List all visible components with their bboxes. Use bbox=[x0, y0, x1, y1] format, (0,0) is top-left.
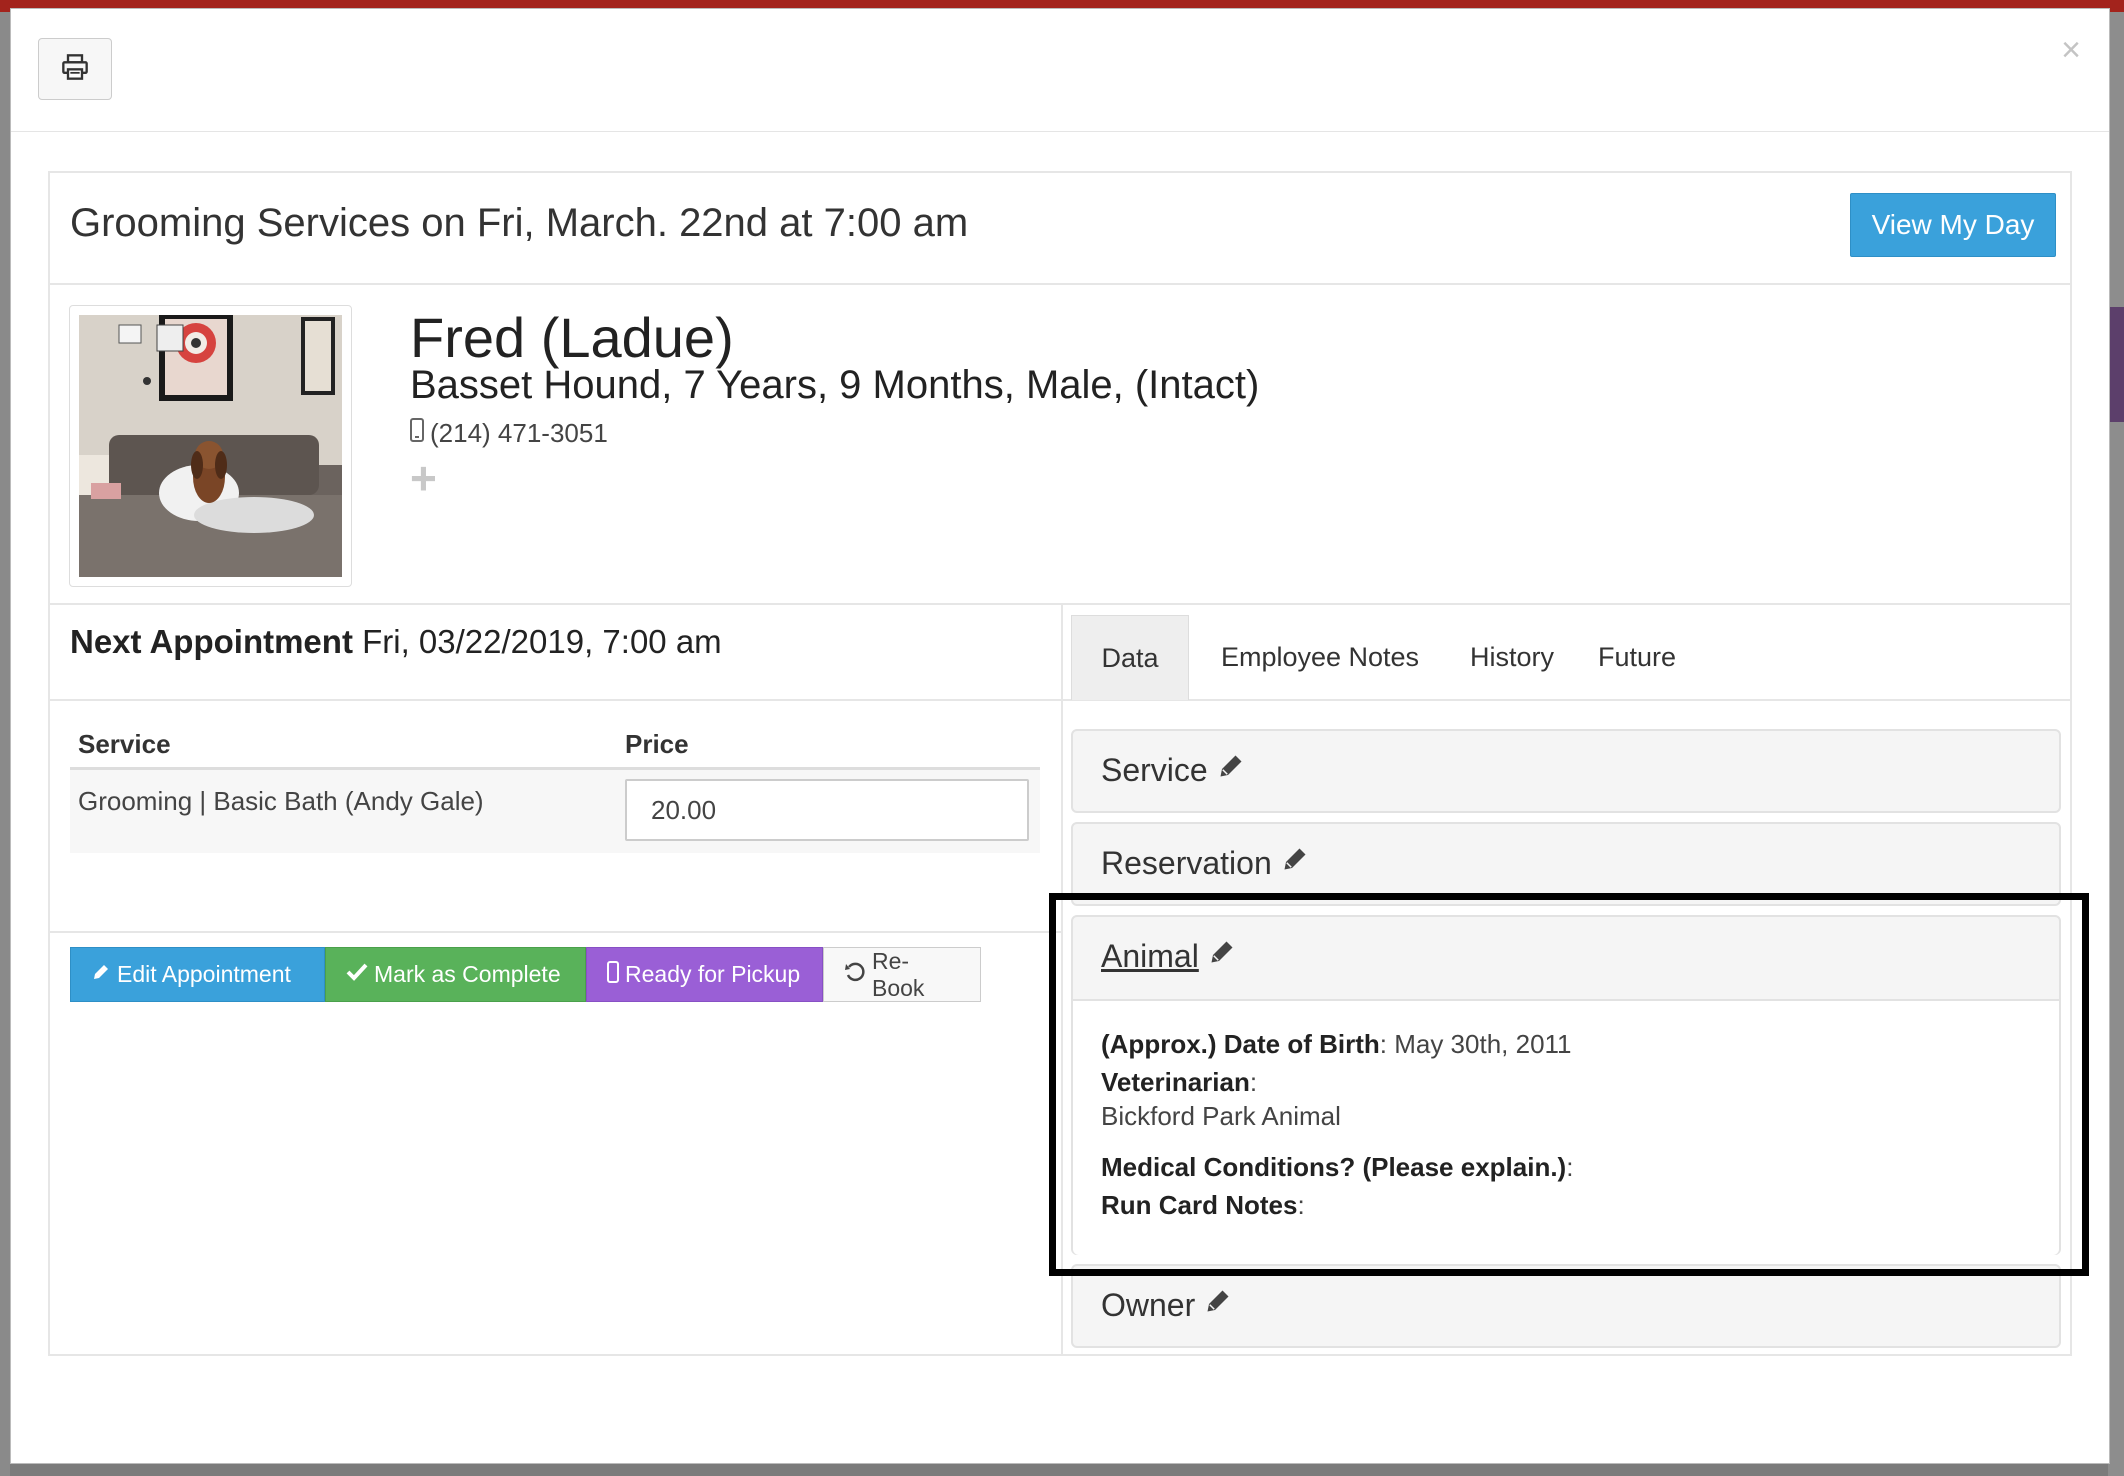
run-card-notes-field: Run Card Notes: bbox=[1101, 1190, 1305, 1220]
rebook-label: Re-Book bbox=[872, 947, 925, 1001]
animal-summary: Fred (Ladue) Basset Hound, 7 Years, 9 Mo… bbox=[50, 283, 2070, 605]
action-buttons: Edit Appointment Mark as Complete Ready … bbox=[70, 947, 981, 1002]
appointment-panel: Grooming Services on Fri, March. 22nd at… bbox=[48, 171, 2072, 1356]
pencil-icon[interactable] bbox=[1216, 751, 1246, 789]
view-my-day-button[interactable]: View My Day bbox=[1850, 193, 2056, 257]
tab-history[interactable]: History bbox=[1453, 615, 1571, 699]
owner-accordion[interactable]: Owner bbox=[1071, 1264, 2061, 1348]
ready-for-pickup-label: Ready for Pickup bbox=[625, 961, 801, 987]
service-cell: Grooming | Basic Bath (Andy Gale) bbox=[78, 786, 484, 816]
appointment-modal: × Grooming Services on Fri, March. 22nd … bbox=[10, 8, 2110, 1464]
tab-employee-notes[interactable]: Employee Notes bbox=[1197, 615, 1443, 699]
divider bbox=[50, 699, 1061, 701]
page-title: Grooming Services on Fri, March. 22nd at… bbox=[70, 201, 969, 245]
mobile-phone-icon bbox=[410, 418, 424, 449]
animal-accordion: Animal (Approx.) Date of Birth: May 30th… bbox=[1071, 915, 2061, 1255]
add-icon[interactable]: + bbox=[410, 455, 437, 501]
modal-header: × bbox=[11, 9, 2109, 132]
next-appointment: Next Appointment Fri, 03/22/2019, 7:00 a… bbox=[70, 623, 722, 661]
run-card-notes-label: Run Card Notes bbox=[1101, 1190, 1298, 1220]
divider bbox=[50, 931, 1061, 933]
services-table: Service Price Grooming | Basic Bath (And… bbox=[70, 715, 1040, 853]
next-appointment-label: Next Appointment bbox=[70, 623, 353, 660]
tab-data[interactable]: Data bbox=[1071, 615, 1189, 700]
table-header-row: Service Price bbox=[70, 715, 1040, 770]
mobile-phone-icon bbox=[607, 960, 619, 989]
pet-description: Basset Hound, 7 Years, 9 Months, Male, (… bbox=[410, 363, 1260, 407]
background-left-strip bbox=[0, 12, 10, 1476]
price-input[interactable] bbox=[625, 779, 1029, 841]
pet-photo bbox=[69, 305, 352, 587]
next-appointment-value: Fri, 03/22/2019, 7:00 am bbox=[362, 623, 722, 660]
service-accordion-title[interactable]: Service bbox=[1101, 751, 1246, 789]
table-row: Grooming | Basic Bath (Andy Gale) bbox=[70, 770, 1040, 853]
service-column-header: Service bbox=[78, 729, 171, 759]
date-of-birth-label: (Approx.) Date of Birth bbox=[1101, 1029, 1380, 1059]
mark-complete-button[interactable]: Mark as Complete bbox=[325, 947, 586, 1002]
pencil-icon[interactable] bbox=[1203, 1286, 1233, 1324]
medical-conditions-field: Medical Conditions? (Please explain.): bbox=[1101, 1152, 1574, 1182]
rebook-button[interactable]: Re-Book bbox=[823, 947, 981, 1002]
mark-complete-label: Mark as Complete bbox=[374, 961, 561, 987]
price-column-header: Price bbox=[625, 729, 689, 759]
date-of-birth-value: May 30th, 2011 bbox=[1394, 1029, 1572, 1059]
edit-appointment-label: Edit Appointment bbox=[117, 961, 291, 987]
close-button[interactable]: × bbox=[2061, 33, 2081, 67]
animal-accordion-body: (Approx.) Date of Birth: May 30th, 2011 … bbox=[1073, 999, 2059, 1255]
background-accent bbox=[2108, 307, 2124, 422]
background-bottom-strip bbox=[10, 1462, 2108, 1476]
background-right-strip bbox=[2108, 12, 2124, 1476]
phone-number: (214) 471-3051 bbox=[430, 418, 608, 448]
tab-future[interactable]: Future bbox=[1581, 615, 1693, 699]
pencil-icon bbox=[91, 961, 111, 988]
details-tabs-panel: Data Employee Notes History Future Servi… bbox=[1061, 605, 2070, 1354]
owner-phone: (214) 471-3051 bbox=[410, 418, 608, 449]
veterinarian-value: Bickford Park Animal bbox=[1101, 1101, 1341, 1131]
ready-for-pickup-button[interactable]: Ready for Pickup bbox=[586, 947, 823, 1002]
owner-accordion-title[interactable]: Owner bbox=[1101, 1286, 1233, 1324]
print-button[interactable] bbox=[38, 38, 112, 100]
undo-icon bbox=[844, 961, 866, 989]
reservation-accordion-title[interactable]: Reservation bbox=[1101, 844, 1310, 882]
service-accordion[interactable]: Service bbox=[1071, 729, 2061, 813]
panel-header: Grooming Services on Fri, March. 22nd at… bbox=[50, 173, 2070, 285]
animal-accordion-title[interactable]: Animal bbox=[1101, 937, 1237, 975]
edit-appointment-button[interactable]: Edit Appointment bbox=[70, 947, 325, 1002]
appointment-details: Next Appointment Fri, 03/22/2019, 7:00 a… bbox=[50, 605, 1063, 1354]
animal-accordion-label: Animal bbox=[1101, 937, 1199, 974]
date-of-birth-field: (Approx.) Date of Birth: May 30th, 2011 bbox=[1101, 1029, 1572, 1059]
pencil-icon[interactable] bbox=[1280, 844, 1310, 882]
medical-conditions-label: Medical Conditions? (Please explain.) bbox=[1101, 1152, 1567, 1182]
checkmark-icon bbox=[346, 961, 368, 988]
reservation-accordion[interactable]: Reservation bbox=[1071, 822, 2061, 906]
tab-bar: Data Employee Notes History Future bbox=[1061, 605, 2070, 701]
service-accordion-label: Service bbox=[1101, 751, 1208, 788]
pet-name[interactable]: Fred (Ladue) bbox=[410, 305, 734, 370]
veterinarian-field: Veterinarian: bbox=[1101, 1067, 1258, 1097]
pencil-icon[interactable] bbox=[1207, 937, 1237, 975]
reservation-accordion-label: Reservation bbox=[1101, 844, 1272, 881]
printer-icon bbox=[61, 53, 89, 86]
owner-accordion-label: Owner bbox=[1101, 1286, 1196, 1323]
veterinarian-label: Veterinarian bbox=[1101, 1067, 1250, 1097]
